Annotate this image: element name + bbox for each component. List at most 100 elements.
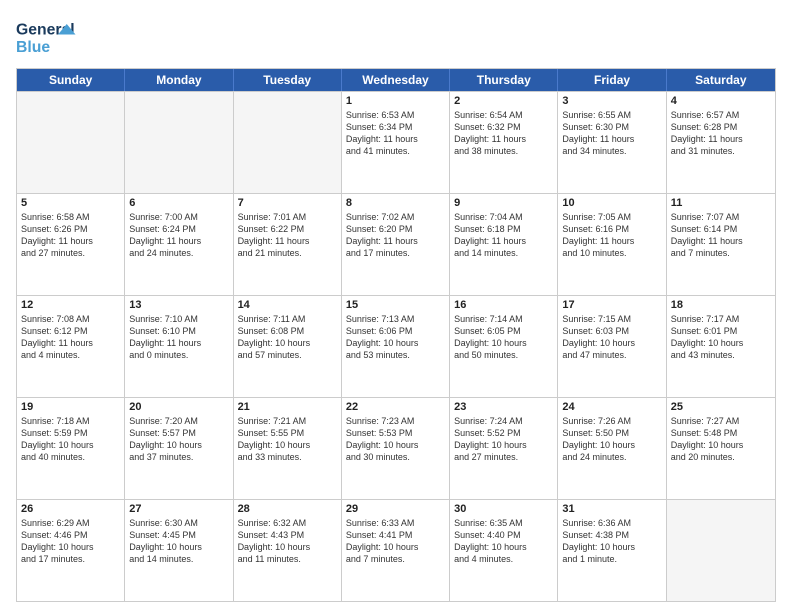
calendar-day-cell: 1 Sunrise: 6:53 AM Sunset: 6:34 PM Daylig… xyxy=(342,92,450,193)
day-number: 13 xyxy=(129,299,228,311)
calendar-row: 26Sunrise: 6:29 AM Sunset: 4:46 PM Dayli… xyxy=(17,499,775,601)
day-number: 1 xyxy=(346,95,445,107)
day-number: 12 xyxy=(21,299,120,311)
calendar-empty-cell xyxy=(667,500,775,601)
calendar-empty-cell xyxy=(125,92,233,193)
day-number: 29 xyxy=(346,503,445,515)
calendar-day-cell: 22Sunrise: 7:23 AM Sunset: 5:53 PM Dayli… xyxy=(342,398,450,499)
calendar-day-cell: 14Sunrise: 7:11 AM Sunset: 6:08 PM Dayli… xyxy=(234,296,342,397)
calendar-day-cell: 2Sunrise: 6:54 AM Sunset: 6:32 PM Daylig… xyxy=(450,92,558,193)
calendar-day-cell: 8 Sunrise: 7:02 AM Sunset: 6:20 PM Daylig… xyxy=(342,194,450,295)
calendar: SundayMondayTuesdayWednesdayThursdayFrid… xyxy=(16,68,776,602)
day-number: 4 xyxy=(671,95,771,107)
day-number: 18 xyxy=(671,299,771,311)
calendar-day-cell: 21Sunrise: 7:21 AM Sunset: 5:55 PM Dayli… xyxy=(234,398,342,499)
day-number: 17 xyxy=(562,299,661,311)
calendar-day-cell: 23 Sunrise: 7:24 AM Sunset: 5:52 PM Dayli… xyxy=(450,398,558,499)
day-number: 7 xyxy=(238,197,337,209)
weekday-header: Sunday xyxy=(17,69,125,91)
day-number: 2 xyxy=(454,95,553,107)
day-info: Sunrise: 7:11 AM Sunset: 6:08 PM Dayligh… xyxy=(238,313,337,362)
day-number: 11 xyxy=(671,197,771,209)
day-info: Sunrise: 7:00 AM Sunset: 6:24 PM Dayligh… xyxy=(129,211,228,260)
day-info: Sunrise: 7:05 AM Sunset: 6:16 PM Dayligh… xyxy=(562,211,661,260)
day-info: Sunrise: 6:35 AM Sunset: 4:40 PM Dayligh… xyxy=(454,517,553,566)
weekday-header: Friday xyxy=(558,69,666,91)
day-info: Sunrise: 6:55 AM Sunset: 6:30 PM Dayligh… xyxy=(562,109,661,158)
weekday-header: Monday xyxy=(125,69,233,91)
calendar-day-cell: 26Sunrise: 6:29 AM Sunset: 4:46 PM Dayli… xyxy=(17,500,125,601)
day-info: Sunrise: 7:07 AM Sunset: 6:14 PM Dayligh… xyxy=(671,211,771,260)
calendar-day-cell: 29 Sunrise: 6:33 AM Sunset: 4:41 PM Dayli… xyxy=(342,500,450,601)
day-info: Sunrise: 7:20 AM Sunset: 5:57 PM Dayligh… xyxy=(129,415,228,464)
day-info: Sunrise: 7:10 AM Sunset: 6:10 PM Dayligh… xyxy=(129,313,228,362)
day-info: Sunrise: 7:02 AM Sunset: 6:20 PM Dayligh… xyxy=(346,211,445,260)
day-info: Sunrise: 6:32 AM Sunset: 4:43 PM Dayligh… xyxy=(238,517,337,566)
calendar-day-cell: 24 Sunrise: 7:26 AM Sunset: 5:50 PM Dayli… xyxy=(558,398,666,499)
day-number: 24 xyxy=(562,401,661,413)
day-info: Sunrise: 7:21 AM Sunset: 5:55 PM Dayligh… xyxy=(238,415,337,464)
calendar-day-cell: 25Sunrise: 7:27 AM Sunset: 5:48 PM Dayli… xyxy=(667,398,775,499)
calendar-day-cell: 13 Sunrise: 7:10 AM Sunset: 6:10 PM Dayli… xyxy=(125,296,233,397)
day-info: Sunrise: 6:58 AM Sunset: 6:26 PM Dayligh… xyxy=(21,211,120,260)
calendar-day-cell: 28 Sunrise: 6:32 AM Sunset: 4:43 PM Dayli… xyxy=(234,500,342,601)
day-info: Sunrise: 7:26 AM Sunset: 5:50 PM Dayligh… xyxy=(562,415,661,464)
day-number: 9 xyxy=(454,197,553,209)
day-number: 8 xyxy=(346,197,445,209)
day-info: Sunrise: 7:13 AM Sunset: 6:06 PM Dayligh… xyxy=(346,313,445,362)
day-info: Sunrise: 7:04 AM Sunset: 6:18 PM Dayligh… xyxy=(454,211,553,260)
calendar-row: 1 Sunrise: 6:53 AM Sunset: 6:34 PM Daylig… xyxy=(17,91,775,193)
day-number: 3 xyxy=(562,95,661,107)
calendar-day-cell: 30Sunrise: 6:35 AM Sunset: 4:40 PM Dayli… xyxy=(450,500,558,601)
day-number: 15 xyxy=(346,299,445,311)
day-number: 5 xyxy=(21,197,120,209)
day-info: Sunrise: 6:36 AM Sunset: 4:38 PM Dayligh… xyxy=(562,517,661,566)
day-number: 22 xyxy=(346,401,445,413)
day-info: Sunrise: 7:01 AM Sunset: 6:22 PM Dayligh… xyxy=(238,211,337,260)
weekday-header: Tuesday xyxy=(234,69,342,91)
calendar-day-cell: 19 Sunrise: 7:18 AM Sunset: 5:59 PM Dayli… xyxy=(17,398,125,499)
header: GeneralBlue xyxy=(16,16,776,60)
day-info: Sunrise: 6:53 AM Sunset: 6:34 PM Dayligh… xyxy=(346,109,445,158)
day-number: 25 xyxy=(671,401,771,413)
calendar-day-cell: 15 Sunrise: 7:13 AM Sunset: 6:06 PM Dayli… xyxy=(342,296,450,397)
calendar-row: 19 Sunrise: 7:18 AM Sunset: 5:59 PM Dayli… xyxy=(17,397,775,499)
calendar-day-cell: 5 Sunrise: 6:58 AM Sunset: 6:26 PM Daylig… xyxy=(17,194,125,295)
day-number: 23 xyxy=(454,401,553,413)
calendar-day-cell: 27 Sunrise: 6:30 AM Sunset: 4:45 PM Dayli… xyxy=(125,500,233,601)
day-info: Sunrise: 7:17 AM Sunset: 6:01 PM Dayligh… xyxy=(671,313,771,362)
page: GeneralBlue SundayMondayTuesdayWednesday… xyxy=(0,0,792,612)
calendar-day-cell: 6 Sunrise: 7:00 AM Sunset: 6:24 PM Daylig… xyxy=(125,194,233,295)
calendar-empty-cell xyxy=(234,92,342,193)
calendar-day-cell: 17 Sunrise: 7:15 AM Sunset: 6:03 PM Dayli… xyxy=(558,296,666,397)
day-number: 19 xyxy=(21,401,120,413)
weekday-header: Saturday xyxy=(667,69,775,91)
calendar-day-cell: 31 Sunrise: 6:36 AM Sunset: 4:38 PM Dayli… xyxy=(558,500,666,601)
day-info: Sunrise: 6:33 AM Sunset: 4:41 PM Dayligh… xyxy=(346,517,445,566)
calendar-day-cell: 7 Sunrise: 7:01 AM Sunset: 6:22 PM Daylig… xyxy=(234,194,342,295)
day-info: Sunrise: 7:18 AM Sunset: 5:59 PM Dayligh… xyxy=(21,415,120,464)
calendar-day-cell: 9 Sunrise: 7:04 AM Sunset: 6:18 PM Daylig… xyxy=(450,194,558,295)
svg-text:Blue: Blue xyxy=(16,39,50,56)
calendar-empty-cell xyxy=(17,92,125,193)
day-number: 31 xyxy=(562,503,661,515)
day-info: Sunrise: 6:30 AM Sunset: 4:45 PM Dayligh… xyxy=(129,517,228,566)
day-number: 6 xyxy=(129,197,228,209)
calendar-day-cell: 20 Sunrise: 7:20 AM Sunset: 5:57 PM Dayli… xyxy=(125,398,233,499)
calendar-day-cell: 4Sunrise: 6:57 AM Sunset: 6:28 PM Daylig… xyxy=(667,92,775,193)
day-info: Sunrise: 7:14 AM Sunset: 6:05 PM Dayligh… xyxy=(454,313,553,362)
calendar-day-cell: 16Sunrise: 7:14 AM Sunset: 6:05 PM Dayli… xyxy=(450,296,558,397)
calendar-header: SundayMondayTuesdayWednesdayThursdayFrid… xyxy=(17,69,775,91)
calendar-row: 12Sunrise: 7:08 AM Sunset: 6:12 PM Dayli… xyxy=(17,295,775,397)
calendar-day-cell: 18 Sunrise: 7:17 AM Sunset: 6:01 PM Dayli… xyxy=(667,296,775,397)
weekday-header: Wednesday xyxy=(342,69,450,91)
calendar-day-cell: 12Sunrise: 7:08 AM Sunset: 6:12 PM Dayli… xyxy=(17,296,125,397)
day-info: Sunrise: 7:15 AM Sunset: 6:03 PM Dayligh… xyxy=(562,313,661,362)
day-number: 20 xyxy=(129,401,228,413)
logo: GeneralBlue xyxy=(16,16,86,60)
day-info: Sunrise: 7:24 AM Sunset: 5:52 PM Dayligh… xyxy=(454,415,553,464)
calendar-day-cell: 11 Sunrise: 7:07 AM Sunset: 6:14 PM Dayli… xyxy=(667,194,775,295)
weekday-header: Thursday xyxy=(450,69,558,91)
day-number: 28 xyxy=(238,503,337,515)
day-number: 27 xyxy=(129,503,228,515)
